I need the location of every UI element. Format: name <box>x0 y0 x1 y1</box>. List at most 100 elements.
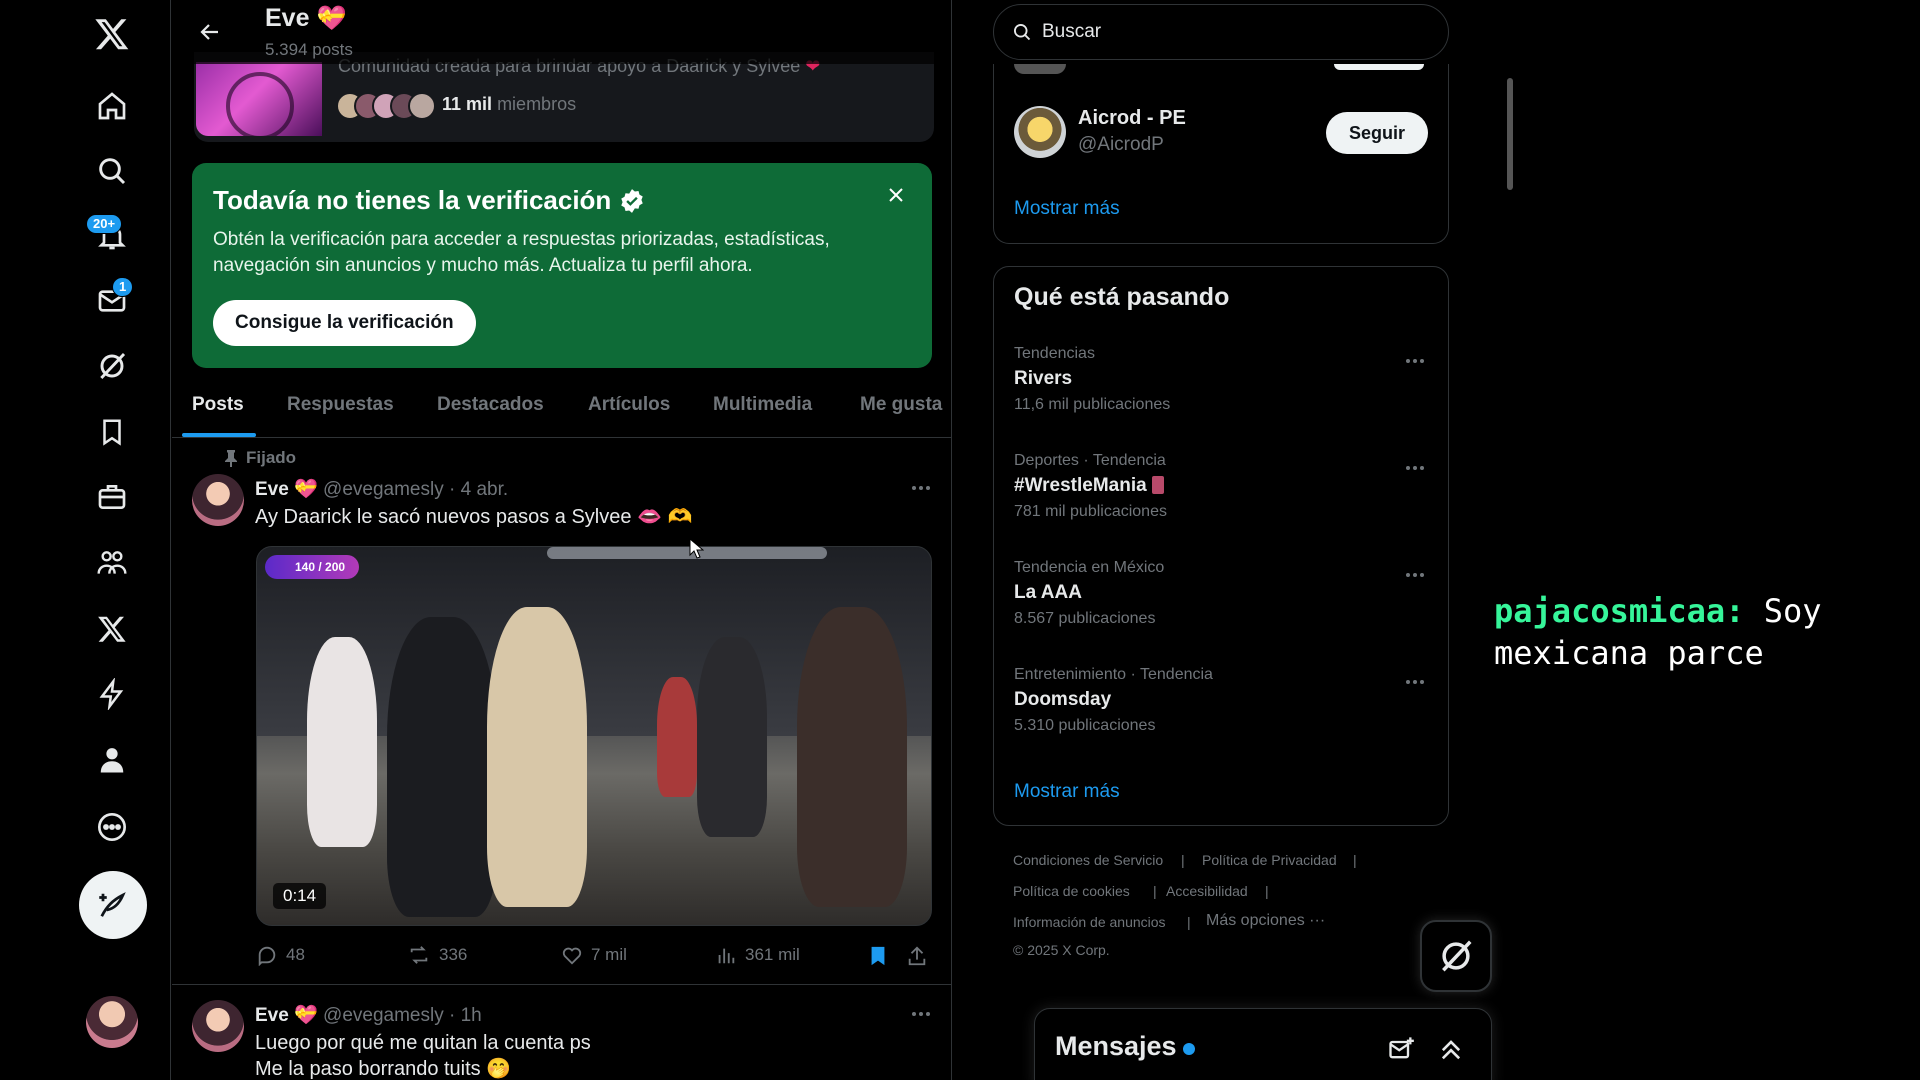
video-stream-overlay: 140 / 200 <box>265 555 360 579</box>
grok-icon[interactable] <box>82 336 142 396</box>
notifications-bell-icon[interactable]: 20+ <box>82 206 142 266</box>
trend-count: 8.567 publicaciones <box>1014 610 1156 627</box>
scrollbar[interactable] <box>1507 78 1513 190</box>
view-count: 361 mil <box>745 945 800 964</box>
premium-x-icon[interactable] <box>82 599 142 659</box>
suggested-account-handle[interactable]: @AicrodP <box>1078 134 1164 156</box>
footer-link-cookies[interactable]: Política de cookies <box>1013 883 1130 899</box>
back-arrow-icon[interactable] <box>190 12 230 52</box>
messages-drawer[interactable]: Mensajes <box>1034 1008 1492 1080</box>
video-figure <box>797 607 907 907</box>
post-author-name[interactable]: Eve <box>255 479 289 500</box>
verified-orgs-lightning-icon[interactable] <box>82 664 142 724</box>
tab-likes[interactable]: Me gusta <box>860 394 942 416</box>
video-figure <box>387 617 497 917</box>
trend-count: 11,6 mil publicaciones <box>1014 396 1171 413</box>
views-action[interactable]: 361 mil <box>715 944 800 966</box>
pin-icon <box>225 450 237 467</box>
x-logo-icon[interactable] <box>82 4 142 64</box>
expand-chevron-up-icon[interactable] <box>1437 1035 1465 1063</box>
close-icon[interactable] <box>884 183 908 207</box>
suggested-account-avatar[interactable] <box>1014 106 1066 158</box>
tab-highlights[interactable]: Destacados <box>437 394 544 416</box>
more-dots-icon[interactable] <box>906 478 936 498</box>
tab-replies[interactable]: Respuestas <box>287 394 394 416</box>
post-video[interactable]: 140 / 200 0:14 <box>256 546 932 926</box>
communities-icon[interactable] <box>82 533 142 593</box>
trend-title: #WrestleMania <box>1014 475 1430 497</box>
analytics-bars-icon <box>718 948 735 964</box>
repost-count: 336 <box>439 945 468 964</box>
search-input[interactable] <box>1042 21 1422 43</box>
bookmarks-icon[interactable] <box>82 402 142 462</box>
get-verified-button[interactable]: Consigue la verificación <box>213 300 476 346</box>
video-frame-light <box>547 547 827 559</box>
explore-search-icon[interactable] <box>82 141 142 201</box>
footer-link-ads-info[interactable]: Información de anuncios <box>1013 914 1166 930</box>
account-avatar[interactable] <box>86 996 138 1048</box>
bookmark-action[interactable] <box>867 944 889 968</box>
more-dots-icon[interactable] <box>1400 458 1430 478</box>
search-box[interactable] <box>993 4 1449 60</box>
tab-articles[interactable]: Artículos <box>588 394 670 416</box>
jobs-briefcase-icon[interactable] <box>82 467 142 527</box>
more-dots-icon[interactable] <box>906 1004 936 1024</box>
post-text: Ay Daarick le sacó nuevos pasos a Sylvee… <box>255 506 693 528</box>
profile-posts-count: 5.394 posts <box>265 40 353 59</box>
pinned-label: Fijado <box>224 448 296 468</box>
trend-item[interactable]: Entretenimiento · Tendencia Doomsday 5.3… <box>1014 666 1430 735</box>
post-author-handle[interactable]: @evegamesly <box>323 1005 444 1026</box>
trend-item[interactable]: Tendencia en México La AAA 8.567 publica… <box>1014 559 1430 628</box>
show-more-link[interactable]: Mostrar más <box>1014 781 1120 803</box>
reply-action[interactable]: 48 <box>256 944 305 966</box>
suggested-account-name[interactable]: Aicrod - PE <box>1078 107 1186 130</box>
grok-icon <box>1442 940 1472 972</box>
tab-media[interactable]: Multimedia <box>713 394 812 416</box>
repost-action[interactable]: 336 <box>407 944 467 966</box>
profile-tabs: Posts Respuestas Destacados Artículos Mu… <box>172 370 951 438</box>
post-author-name[interactable]: Eve <box>255 1005 289 1026</box>
unread-dot <box>1183 1043 1195 1055</box>
verification-promo-card: Todavía no tienes la verificación Obtén … <box>192 163 932 368</box>
footer-divider: | <box>1153 883 1157 899</box>
grok-floating-button[interactable] <box>1420 920 1492 992</box>
mouse-cursor-icon <box>689 538 704 559</box>
video-duration: 0:14 <box>273 883 327 909</box>
more-dots-icon[interactable] <box>1400 672 1430 692</box>
more-options-icon[interactable] <box>82 797 142 857</box>
repost-icon <box>410 946 428 964</box>
footer-more-options[interactable]: Más opciones ··· <box>1206 912 1325 930</box>
more-dots-icon[interactable] <box>1400 565 1430 585</box>
footer-divider: | <box>1181 852 1185 868</box>
share-action[interactable] <box>906 944 928 968</box>
new-message-icon[interactable] <box>1387 1035 1415 1063</box>
footer-divider: | <box>1353 852 1357 868</box>
footer-link-accessibility[interactable]: Accesibilidad <box>1166 883 1248 899</box>
more-dots-icon[interactable] <box>1400 351 1430 371</box>
post-author-handle[interactable]: @evegamesly <box>323 479 444 500</box>
community-members-count: 11 mil miembros <box>442 94 577 114</box>
trend-title: Doomsday <box>1014 689 1112 710</box>
like-action[interactable]: 7 mil <box>561 944 627 966</box>
post-date[interactable]: · 4 abr. <box>449 479 508 500</box>
trend-item[interactable]: Deportes · Tendencia #WrestleMania 781 m… <box>1014 452 1430 521</box>
footer-link-terms[interactable]: Condiciones de Servicio <box>1013 852 1163 868</box>
reply-count: 48 <box>286 945 305 964</box>
previous-follow-button[interactable] <box>1334 64 1424 70</box>
messages-title: Mensajes <box>1055 1031 1177 1061</box>
profile-person-icon[interactable] <box>82 730 142 790</box>
footer-link-privacy[interactable]: Política de Privacidad <box>1202 852 1337 868</box>
compose-post-button[interactable] <box>79 871 147 939</box>
video-figure <box>307 637 377 847</box>
follow-button[interactable]: Seguir <box>1326 112 1428 154</box>
trend-item[interactable]: Tendencias Rivers 11,6 mil publicaciones <box>1014 345 1430 414</box>
trend-count: 5.310 publicaciones <box>1014 717 1156 734</box>
post-author-avatar[interactable] <box>192 1000 244 1052</box>
tab-posts[interactable]: Posts <box>192 394 244 416</box>
home-icon[interactable] <box>82 76 142 136</box>
show-more-link[interactable]: Mostrar más <box>1014 198 1120 220</box>
messages-envelope-icon[interactable]: 1 <box>82 271 142 331</box>
post-date[interactable]: · 1h <box>449 1005 482 1026</box>
trends-card: Qué está pasando Tendencias Rivers 11,6 … <box>993 266 1449 826</box>
post-author-avatar[interactable] <box>192 474 244 526</box>
